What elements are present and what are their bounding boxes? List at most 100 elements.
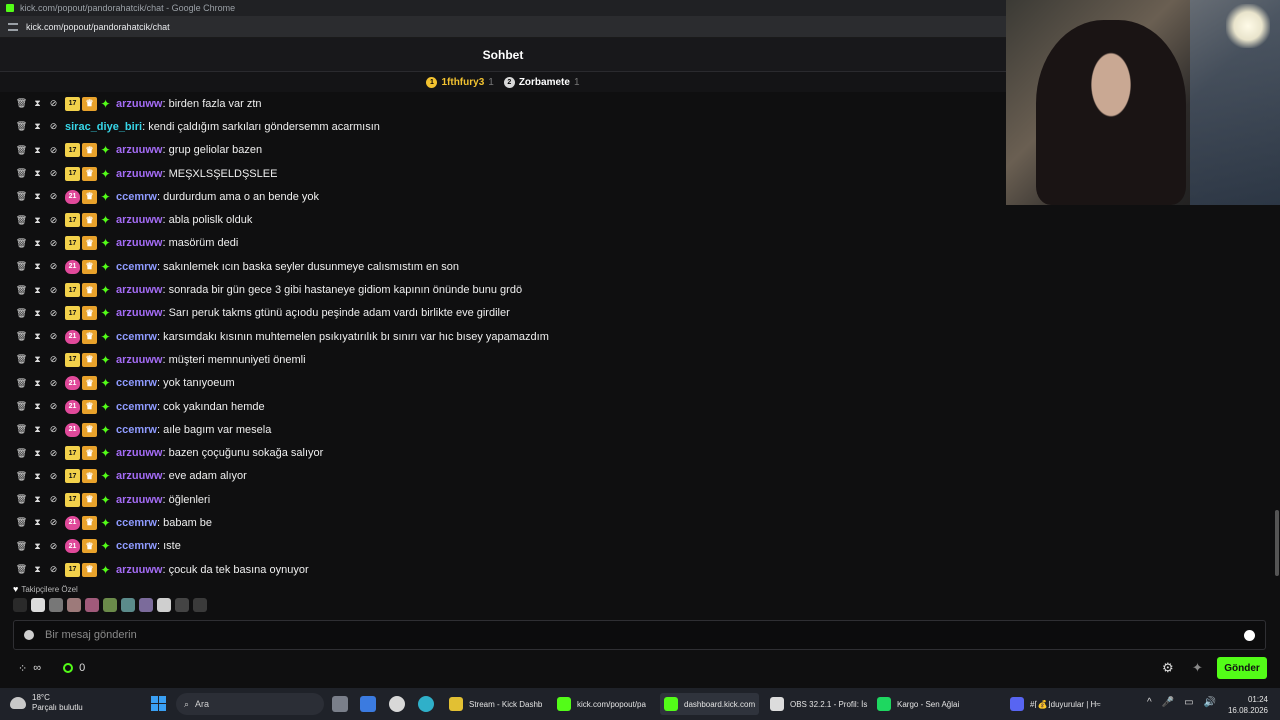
ban-icon[interactable]: ⊘ <box>49 215 58 225</box>
task-view-icon[interactable] <box>332 696 348 712</box>
ban-icon[interactable]: ⊘ <box>49 424 58 434</box>
network-icon[interactable]: ▭ <box>1184 697 1193 708</box>
chat-username[interactable]: arzuuww <box>116 284 162 296</box>
chat-message[interactable]: 🗑 ⧗ ⊘ 21 ♛ ✦ ccemrw: sakınlemek ıcın baska sey… <box>0 255 1006 278</box>
chat-message[interactable]: 🗑 ⧗ ⊘ 17 ♛ ✦ arzuuww: masörüm dedi <box>0 232 1006 255</box>
taskbar-app[interactable]: kick.com/popout/pa <box>553 693 650 715</box>
emoji-picker-icon[interactable] <box>1244 630 1255 641</box>
delete-icon[interactable]: 🗑 <box>16 308 27 318</box>
emote-icon[interactable] <box>103 598 117 612</box>
delete-icon[interactable]: 🗑 <box>16 98 27 108</box>
ban-icon[interactable]: ⊘ <box>49 308 58 318</box>
ban-icon[interactable]: ⊘ <box>49 331 58 341</box>
delete-icon[interactable]: 🗑 <box>16 448 27 458</box>
timeout-icon[interactable]: ⧗ <box>33 541 42 551</box>
chat-username[interactable]: arzuuww <box>116 354 162 366</box>
timeout-icon[interactable]: ⧗ <box>33 494 42 504</box>
emote-icon[interactable] <box>175 598 189 612</box>
delete-icon[interactable]: 🗑 <box>16 191 27 201</box>
chat-message[interactable]: 🗑 ⧗ ⊘ 17 ♛ ✦ arzuuww: müşteri memnuniyeti önem… <box>0 348 1006 371</box>
chat-username[interactable]: sirac_diye_biri <box>65 121 142 133</box>
ban-icon[interactable]: ⊘ <box>49 285 58 295</box>
timeout-icon[interactable]: ⧗ <box>33 401 42 411</box>
chat-message[interactable]: 🗑 ⧗ ⊘ 17 ♛ ✦ arzuuww: birden fazla var ztn <box>0 92 1006 115</box>
chat-message[interactable]: 🗑 ⧗ ⊘ 17 ♛ ✦ arzuuww: grup geliolar bazen <box>0 139 1006 162</box>
timeout-icon[interactable]: ⧗ <box>33 261 42 271</box>
emote-icon[interactable] <box>157 598 171 612</box>
gifter-name[interactable]: 1fthfury3 <box>441 77 484 88</box>
url-text[interactable]: kick.com/popout/pandorahatcik/chat <box>26 22 170 32</box>
badge-icon[interactable] <box>24 630 34 640</box>
chat-username[interactable]: arzuuww <box>116 494 162 506</box>
taskbar-clock[interactable]: 01:24 16.08.2026 <box>1228 694 1268 716</box>
timeout-icon[interactable]: ⧗ <box>33 564 42 574</box>
chat-messages[interactable]: 🗑 ⧗ ⊘ 17 ♛ ✦ arzuuww: birden fazla var ztn 🗑 ⧗ ⊘ s… <box>0 92 1006 578</box>
taskbar-search[interactable]: ⌕ Ara <box>176 693 324 715</box>
ban-icon[interactable]: ⊘ <box>49 541 58 551</box>
timeout-icon[interactable]: ⧗ <box>33 215 42 225</box>
delete-icon[interactable]: 🗑 <box>16 564 27 574</box>
chat-username[interactable]: ccemrw <box>116 424 157 436</box>
ban-icon[interactable]: ⊘ <box>49 98 58 108</box>
channel-points-value[interactable]: 0 <box>79 662 85 674</box>
emote-icon[interactable] <box>121 598 135 612</box>
ban-icon[interactable]: ⊘ <box>49 448 58 458</box>
send-button[interactable]: Gönder <box>1217 657 1267 679</box>
chat-username[interactable]: arzuuww <box>116 144 162 156</box>
chat-message[interactable]: 🗑 ⧗ ⊘ 21 ♛ ✦ ccemrw: ıste <box>0 535 1006 558</box>
timeout-icon[interactable]: ⧗ <box>33 168 42 178</box>
delete-icon[interactable]: 🗑 <box>16 378 27 388</box>
chat-scrollbar[interactable] <box>1275 510 1279 576</box>
timeout-icon[interactable]: ⧗ <box>33 517 42 527</box>
chat-message[interactable]: 🗑 ⧗ ⊘ 17 ♛ ✦ arzuuww: çocuk da tek basına oynu… <box>0 558 1006 578</box>
weather-widget[interactable]: 18°C Parçalı bulutlu <box>10 693 83 713</box>
chat-username[interactable]: arzuuww <box>116 564 162 576</box>
chat-username[interactable]: arzuuww <box>116 168 162 180</box>
chat-message[interactable]: 🗑 ⧗ ⊘ 21 ♛ ✦ ccemrw: babam be <box>0 511 1006 534</box>
chat-username[interactable]: ccemrw <box>116 401 157 413</box>
site-settings-icon[interactable] <box>8 22 18 31</box>
chat-message[interactable]: 🗑 ⧗ ⊘ 21 ♛ ✦ ccemrw: cok yakından hemde <box>0 395 1006 418</box>
delete-icon[interactable]: 🗑 <box>16 494 27 504</box>
chat-message[interactable]: 🗑 ⧗ ⊘ 17 ♛ ✦ arzuuww: eve adam alıyor <box>0 465 1006 488</box>
delete-icon[interactable]: 🗑 <box>16 401 27 411</box>
ban-icon[interactable]: ⊘ <box>49 494 58 504</box>
chat-username[interactable]: arzuuww <box>116 447 162 459</box>
chat-username[interactable]: arzuuww <box>116 470 162 482</box>
chat-message[interactable]: 🗑 ⧗ ⊘ 17 ♛ ✦ arzuuww: abla polislk olduk <box>0 208 1006 231</box>
chat-username[interactable]: ccemrw <box>116 331 157 343</box>
chat-message[interactable]: 🗑 ⧗ ⊘ 21 ♛ ✦ ccemrw: durdurdum ama o an bende … <box>0 185 1006 208</box>
delete-icon[interactable]: 🗑 <box>16 471 27 481</box>
chat-username[interactable]: arzuuww <box>116 237 162 249</box>
microphone-icon[interactable]: 🎤 <box>1162 697 1174 708</box>
chat-username[interactable]: ccemrw <box>116 540 157 552</box>
emote-icon[interactable] <box>85 598 99 612</box>
chat-message[interactable]: 🗑 ⧗ ⊘ sirac_diye_biri: kendi çaldığım sarkı… <box>0 115 1006 138</box>
gifter-name[interactable]: Zorbamete <box>519 77 570 88</box>
delete-icon[interactable]: 🗑 <box>16 215 27 225</box>
timeout-icon[interactable]: ⧗ <box>33 145 42 155</box>
timeout-icon[interactable]: ⧗ <box>33 471 42 481</box>
timeout-icon[interactable]: ⧗ <box>33 331 42 341</box>
message-input[interactable]: Bir mesaj gönderin <box>13 620 1266 650</box>
chat-settings-icon[interactable]: ⚙ <box>1162 660 1174 676</box>
connection-icon[interactable]: ⁘ <box>18 662 27 675</box>
emote-icon[interactable] <box>49 598 63 612</box>
taskbar-app[interactable]: dashboard.kick.com <box>660 693 760 715</box>
delete-icon[interactable]: 🗑 <box>16 517 27 527</box>
chat-username[interactable]: ccemrw <box>116 191 157 203</box>
system-tray[interactable]: ^ 🎤 ▭ 🔊 <box>1147 697 1216 708</box>
timeout-icon[interactable]: ⧗ <box>33 121 42 131</box>
volume-icon[interactable]: 🔊 <box>1204 697 1216 708</box>
gifter-entry[interactable]: 2 Zorbamete 1 <box>503 76 580 88</box>
ban-icon[interactable]: ⊘ <box>49 168 58 178</box>
timeout-icon[interactable]: ⧗ <box>33 354 42 364</box>
emote-icon[interactable] <box>67 598 81 612</box>
store-icon[interactable] <box>360 696 376 712</box>
delete-icon[interactable]: 🗑 <box>16 261 27 271</box>
emote-icon[interactable] <box>31 598 45 612</box>
timeout-icon[interactable]: ⧗ <box>33 285 42 295</box>
ban-icon[interactable]: ⊘ <box>49 517 58 527</box>
ban-icon[interactable]: ⊘ <box>49 191 58 201</box>
delete-icon[interactable]: 🗑 <box>16 354 27 364</box>
